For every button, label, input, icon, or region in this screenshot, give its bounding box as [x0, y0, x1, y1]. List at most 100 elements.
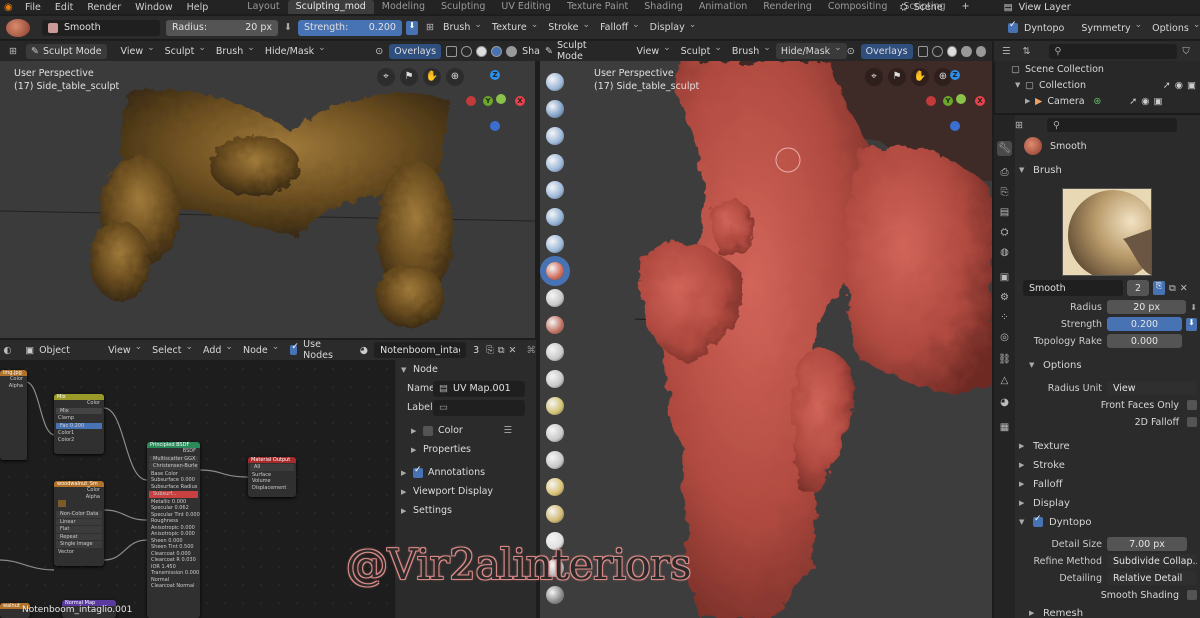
material-tab-icon[interactable]: ◕ — [997, 395, 1012, 410]
node-node-menu[interactable]: Node — [238, 342, 284, 358]
navigation-gizmo-right[interactable]: Z Y X — [920, 66, 990, 136]
texture-menu[interactable]: Texture — [487, 20, 543, 36]
node-select-menu[interactable]: Select — [147, 342, 198, 358]
front-faces-label[interactable]: Front Faces Only — [1101, 400, 1179, 411]
right-3d-viewport[interactable]: User Perspective (17) Side_table_sculpt … — [540, 61, 992, 618]
viewport-display-panel[interactable]: ▶ Viewport Display — [395, 482, 536, 501]
wireframe-shading-icon-right[interactable] — [932, 45, 943, 57]
sculpt-brush-icon[interactable] — [546, 208, 564, 226]
gizmo-neg-x-axis[interactable] — [466, 96, 476, 106]
tab-layout[interactable]: Layout — [239, 0, 287, 14]
brush-menu-vp[interactable]: Brush — [211, 43, 260, 59]
image-texture-node[interactable]: img.jpg Color Alpha — [0, 370, 27, 460]
render-tab-icon[interactable]: ⎙ — [997, 165, 1012, 180]
particles-tab-icon[interactable]: ⁘ — [997, 310, 1012, 325]
overlays-button-right[interactable]: Overlays — [860, 43, 913, 59]
refine-method-dropdown[interactable]: Subdivide Collap... — [1107, 554, 1197, 568]
node-panel-header[interactable]: ▼ Node — [395, 360, 536, 379]
hide-mask-menu[interactable]: Hide/Mask — [260, 43, 331, 59]
annotations-panel[interactable]: ▶ Annotations — [395, 463, 536, 482]
node-editor-canvas[interactable]: img.jpg Color Alpha Mix Color Mix Clamp … — [0, 360, 393, 618]
properties-panel[interactable]: ▶ Properties — [395, 440, 536, 459]
rendered-shading-icon[interactable] — [506, 45, 518, 57]
annotations-checkbox[interactable] — [413, 465, 423, 478]
sculpt-brush-icon[interactable] — [546, 397, 564, 415]
left-3d-viewport[interactable]: User Perspective (17) Side_table_sculpt … — [0, 61, 535, 338]
outliner-row-camera[interactable]: ▶ ▶ Camera ⊛ ➚ ◉ ▣ — [995, 93, 1200, 109]
material-shading-icon[interactable] — [491, 45, 503, 57]
sculpt-brush-icon[interactable] — [546, 181, 564, 199]
solid-shading-icon-right[interactable] — [946, 45, 958, 57]
visibility-icon[interactable]: ⊙ — [375, 46, 383, 57]
gizmo-z-axis-right[interactable]: Z — [950, 70, 960, 80]
sculpt-brush-icon[interactable] — [546, 505, 564, 523]
use-nodes-label[interactable]: Use Nodes — [303, 339, 338, 361]
scene-selector[interactable]: ⛭ Scene ▤ View Layer — [900, 0, 1071, 14]
mode-selector[interactable]: ✎ Sculpt Mode — [26, 43, 107, 59]
node-view-menu[interactable]: View — [103, 342, 147, 358]
unlink-material-icon[interactable]: ✕ — [509, 345, 517, 356]
physics-tab-icon[interactable]: ◎ — [997, 330, 1012, 345]
mix-rgb-node[interactable]: Mix Color Mix Clamp Fac 0.200 Color1 Col… — [54, 394, 104, 454]
zoom-region-icon-right[interactable]: ⌖ — [865, 68, 883, 86]
sculpt-brush-icon[interactable] — [546, 316, 564, 334]
sculpt-menu-right[interactable]: Sculpt — [676, 43, 727, 59]
dyntopo-section[interactable]: ▼ Dyntopo — [1019, 513, 1197, 531]
bsdf-socket-row[interactable]: Subsurface 0.000 — [147, 477, 200, 484]
properties-type-icon[interactable]: ⊞ — [1015, 120, 1023, 131]
view-menu[interactable]: View — [116, 43, 160, 59]
display-menu[interactable]: Display — [645, 20, 702, 36]
gizmo-neg-z-axis-right[interactable] — [950, 121, 960, 131]
data-tab-icon[interactable]: △ — [997, 373, 1012, 388]
wood-interp[interactable]: Linear — [56, 518, 102, 525]
gizmo-x-axis[interactable]: X — [515, 96, 525, 106]
brush-slot-field[interactable]: Smooth — [1023, 280, 1123, 296]
symmetry-menu[interactable]: Symmetry — [1076, 20, 1147, 36]
gizmo-neg-y-axis-right[interactable] — [956, 94, 966, 104]
menu-file[interactable]: File — [18, 2, 48, 13]
falloff-section[interactable]: ▶ Falloff — [1019, 475, 1197, 493]
node-add-menu[interactable]: Add — [198, 342, 238, 358]
xray-icon[interactable] — [446, 45, 458, 57]
radius-unit-dropdown[interactable]: View — [1107, 381, 1197, 395]
texture-tab-icon[interactable]: ▦ — [997, 420, 1012, 435]
menu-edit[interactable]: Edit — [48, 2, 80, 13]
brush-selector[interactable]: Smooth — [42, 19, 160, 36]
options-menu[interactable]: Options — [1147, 20, 1200, 36]
stroke-menu[interactable]: Stroke — [543, 20, 595, 36]
object-type-selector[interactable]: ▣ Object — [25, 345, 73, 356]
filter-icon[interactable]: ⛉ — [1183, 46, 1190, 57]
node-name-field[interactable]: ▤ UV Map.001 — [433, 380, 525, 397]
outliner-row-scene-collection[interactable]: ▢ Scene Collection — [995, 61, 1200, 77]
display-section[interactable]: ▶ Display — [1019, 494, 1197, 512]
bsdf-socket-row[interactable]: Multiscatter GGX — [149, 455, 198, 462]
sculpt-brush-icon[interactable] — [546, 100, 564, 118]
blender-logo-icon[interactable]: ◉ — [0, 2, 18, 13]
options-subsection[interactable]: ▼ Options — [1019, 356, 1197, 374]
wireframe-shading-icon[interactable] — [461, 45, 473, 57]
outliner-search-input[interactable]: ⚲ — [1048, 43, 1177, 59]
sculpt-tool-icon[interactable] — [6, 18, 30, 37]
node-label-field[interactable]: ▭ — [433, 399, 525, 416]
remesh-section[interactable]: ▶ Remesh — [1019, 608, 1197, 618]
brush-section-header[interactable]: ▼ Brush — [1019, 161, 1197, 179]
brush-menu-right[interactable]: Brush — [727, 43, 776, 59]
brush-menu[interactable]: Brush — [438, 20, 487, 36]
dyntopo-checkbox[interactable] — [1008, 20, 1018, 33]
wood-texture-node[interactable]: woodwalnut_Sm Color Alpha Non-Color Data… — [54, 481, 104, 566]
scene-tab-icon[interactable]: ⛭ — [997, 225, 1012, 240]
front-faces-checkbox[interactable] — [1187, 400, 1197, 410]
brush-preview-thumbnail[interactable] — [1062, 188, 1158, 280]
gizmo-neg-z-axis[interactable] — [490, 121, 500, 131]
rendered-shading-icon-right[interactable] — [975, 45, 986, 57]
detailing-dropdown[interactable]: Relative Detail — [1107, 571, 1197, 585]
wood-projection[interactable]: Flat — [56, 526, 102, 533]
tab-compositing[interactable]: Compositing — [820, 0, 896, 14]
overlays-button[interactable]: Overlays — [389, 43, 442, 59]
shading-menu[interactable]: Sha — [522, 46, 540, 57]
constraints-tab-icon[interactable]: ⛓ — [997, 352, 1012, 367]
fake-user-icon[interactable]: ⎘ — [1153, 281, 1165, 295]
texture-section[interactable]: ▶ Texture — [1019, 437, 1197, 455]
view-layer-name[interactable]: View Layer — [1019, 2, 1071, 13]
direction-icon[interactable]: ⊞ — [426, 22, 434, 33]
